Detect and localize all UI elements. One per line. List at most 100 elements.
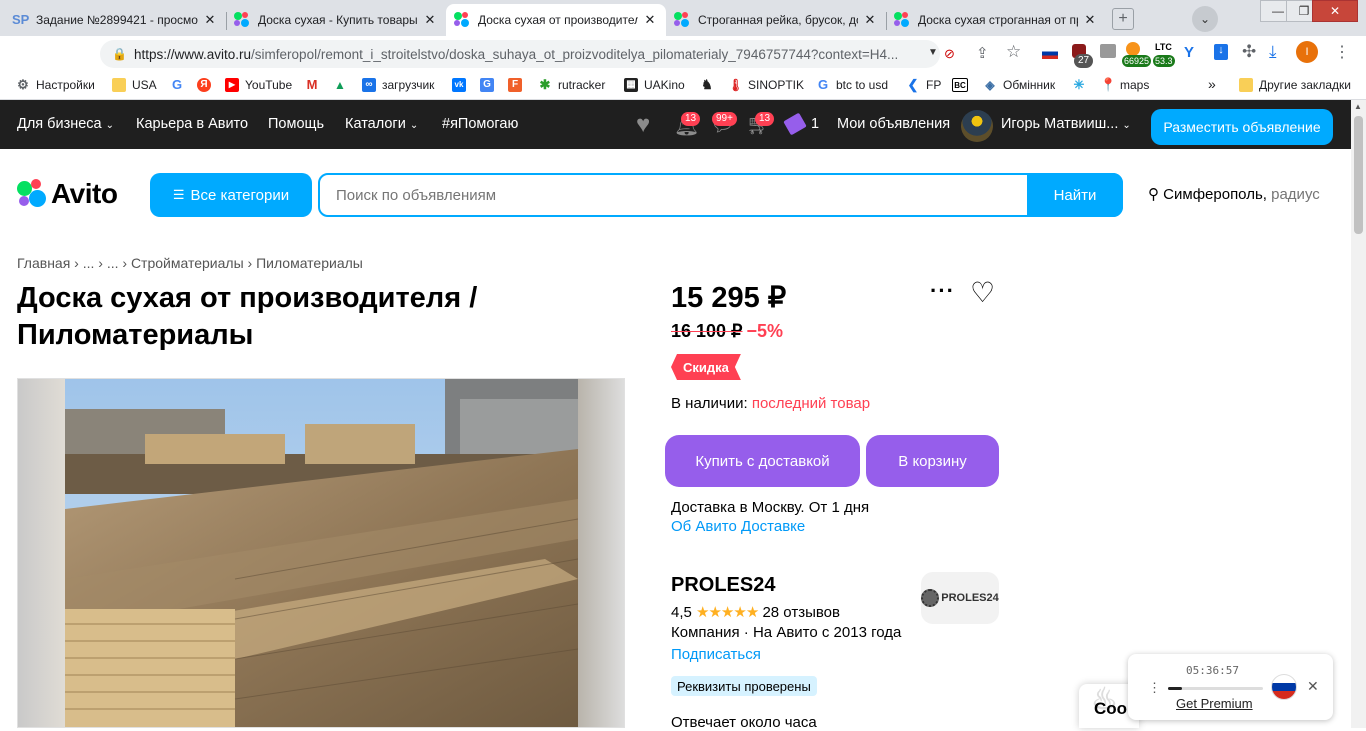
bookmark-translate[interactable]: G [480, 78, 500, 92]
bookmark-maps[interactable]: 📍 maps [1100, 78, 1149, 93]
star-icon[interactable]: ☆ [1006, 42, 1021, 62]
old-price: 16 100 ₽ −5% [671, 321, 783, 342]
tab-1[interactable]: SP Задание №2899421 - просмотр ✕ [4, 4, 226, 36]
tab-3-active[interactable]: Доска сухая от производителя ✕ [446, 4, 666, 36]
post-ad-button[interactable]: Разместить объявление [1151, 109, 1333, 145]
new-tab-icon[interactable]: + [1112, 8, 1134, 30]
buy-with-delivery-button[interactable]: Купить с доставкой [665, 435, 860, 487]
fp-icon: ❮ [907, 77, 919, 92]
delivery-link[interactable]: Об Авито Доставке [671, 518, 869, 535]
download-ext-icon[interactable]: ↓ [1214, 44, 1228, 60]
window-close-icon[interactable]: ✕ [1312, 0, 1358, 22]
chevron-down-icon: ⌄ [1122, 120, 1131, 131]
blocked-icon[interactable]: ⊘ [944, 46, 955, 62]
nav-help[interactable]: Помощь [268, 116, 324, 132]
close-icon[interactable]: ✕ [642, 12, 658, 28]
url-path: /simferopol/remont_i_stroitelstvo/doska_… [251, 46, 899, 62]
user-avatar[interactable] [961, 110, 993, 142]
bitcoin-icon[interactable] [1126, 42, 1140, 56]
bookmark-chess[interactable]: ♞ [700, 78, 720, 92]
all-categories-button[interactable]: ☰ Все категории [150, 173, 312, 217]
avito-header: Avito ☰ Все категории Найти ⚲ Симферопол… [0, 149, 1351, 239]
breadcrumb[interactable]: Главная › ... › ... › Стройматериалы › П… [17, 255, 363, 271]
sale-badge: Скидка [671, 354, 741, 380]
bookmark-vk[interactable]: vk [452, 78, 472, 92]
product-photo[interactable] [17, 378, 625, 728]
find-button[interactable]: Найти [1027, 173, 1123, 217]
get-premium-link[interactable]: Get Premium [1176, 696, 1253, 711]
more-options-icon[interactable]: ··· [930, 278, 955, 304]
scroll-up-icon[interactable]: ▲ [1354, 102, 1362, 111]
extension-y-icon[interactable]: Y [1184, 44, 1194, 61]
add-to-cart-button[interactable]: В корзину [866, 435, 999, 487]
menu-icon[interactable]: ⋮ [1334, 42, 1350, 62]
russia-flag-icon[interactable] [1042, 48, 1058, 59]
photo-blur-left [18, 379, 65, 727]
nav-user[interactable]: Игорь Матвииш... ⌄ [1001, 116, 1131, 132]
russia-flag-icon[interactable] [1271, 674, 1297, 700]
tab-5[interactable]: Доска сухая строганная от про ✕ [886, 4, 1106, 36]
nav-my-ads[interactable]: Мои объявления [837, 116, 950, 132]
share-icon[interactable]: ⇪ [976, 44, 989, 62]
promo-ticket-icon[interactable] [783, 112, 807, 136]
extension-briefcase-icon[interactable] [1100, 44, 1116, 58]
bookmark-fp[interactable]: ❮ FP [906, 77, 942, 93]
bookmark-usa[interactable]: USA [112, 78, 157, 92]
seller-rating[interactable]: 4,5 ★★★★★ 28 отзывов [671, 603, 840, 621]
bookmark-youtube[interactable]: ▶ YouTube [225, 78, 292, 92]
tab-4[interactable]: Строганная рейка, брусок, доска ✕ [666, 4, 886, 36]
ext-badge: 27 [1074, 54, 1094, 68]
downloads-icon[interactable]: ⤓ [1269, 42, 1277, 62]
close-icon[interactable]: ✕ [1307, 678, 1319, 695]
profile-avatar[interactable]: I [1296, 41, 1318, 63]
nav-catalogs[interactable]: Каталоги ⌄ [345, 116, 418, 132]
close-icon[interactable]: ✕ [862, 12, 878, 28]
subscribe-link[interactable]: Подписаться [671, 646, 761, 663]
bookmark-drive[interactable]: ▲ [333, 78, 353, 92]
address-bar[interactable]: 🔒 https://www.avito.ru/simferopol/remont… [100, 40, 940, 68]
city-selector[interactable]: ⚲ Симферополь, радиус [1148, 185, 1320, 203]
bookmark-google[interactable]: G [170, 78, 190, 92]
thermometer-icon: 🌡 [728, 78, 744, 92]
bookmark-rutracker[interactable]: ✱ rutracker [538, 77, 606, 93]
avito-favicon-icon [454, 12, 470, 28]
nav-business[interactable]: Для бизнеса ⌄ [17, 116, 114, 132]
seller-name[interactable]: PROLES24 [671, 574, 775, 597]
page-scrollbar[interactable]: ▲ [1351, 100, 1366, 728]
bookmark-f[interactable]: F [508, 78, 528, 92]
chess-icon: ♞ [701, 77, 713, 92]
drag-handle-icon[interactable]: ⋮ [1148, 680, 1161, 696]
bookmark-settings[interactable]: ⚙ Настройки [16, 78, 95, 93]
bookmark-yandex[interactable]: Я [197, 78, 217, 92]
puzzle-icon[interactable]: ✣ [1242, 42, 1256, 62]
favorites-heart-icon[interactable]: ♥ [636, 111, 650, 139]
tab-title: Строганная рейка, брусок, доска [698, 13, 858, 27]
tab-search-icon[interactable]: ⌄ [1192, 6, 1218, 32]
bookmark-btc[interactable]: Gbtc to usd [816, 78, 888, 93]
seller-logo[interactable]: PROLES24 [921, 572, 999, 624]
close-icon[interactable]: ✕ [202, 12, 218, 28]
favorite-heart-icon[interactable]: ♡ [970, 276, 995, 309]
tab-2[interactable]: Доска сухая - Купить товары для ✕ [226, 4, 446, 36]
lock-icon: 🔒 [112, 47, 127, 61]
rutracker-icon: ✱ [539, 77, 551, 92]
delivery-info: Доставка в Москву. От 1 дня Об Авито Дос… [671, 499, 870, 535]
bookmark-bc[interactable]: BC [952, 78, 974, 92]
bookmark-downloader[interactable]: ∞ загрузчик [362, 78, 434, 92]
bookmark-star[interactable]: ✳ [1072, 78, 1092, 92]
other-bookmarks[interactable]: Другие закладки [1239, 78, 1351, 92]
scrollbar-thumb[interactable] [1354, 116, 1363, 234]
nav-career[interactable]: Карьера в Авито [136, 116, 248, 132]
dropdown-icon[interactable]: ▼ [928, 47, 938, 58]
bookmark-exchanger[interactable]: ◈ Обмінник [983, 78, 1055, 92]
vpn-popup: 05:36:57 ⋮ Get Premium ✕ [1128, 654, 1333, 720]
close-icon[interactable]: ✕ [422, 12, 438, 28]
nav-help-tag[interactable]: #яПомогаю [442, 116, 518, 132]
search-input[interactable] [336, 175, 1026, 215]
bookmark-gmail[interactable]: M [305, 78, 325, 92]
bookmark-uakino[interactable]: ▦ UAKino [624, 78, 685, 92]
avito-logo[interactable]: Avito [17, 178, 118, 209]
bookmark-sinoptik[interactable]: 🌡 SINOPTIK [728, 78, 804, 92]
close-icon[interactable]: ✕ [1082, 12, 1098, 28]
bookmarks-overflow[interactable]: » [1208, 76, 1216, 92]
